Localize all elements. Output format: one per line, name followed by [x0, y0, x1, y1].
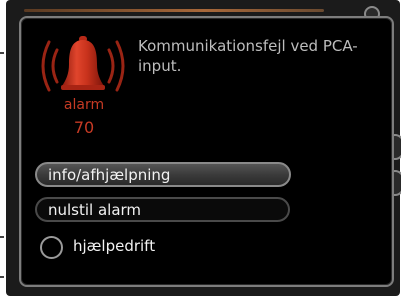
- auxiliary-mode-label: hjælpedrift: [73, 237, 156, 255]
- edge-mark: [0, 276, 4, 278]
- alarm-code: 70: [73, 118, 95, 137]
- background-title-bar: [24, 9, 324, 12]
- edge-mark: [0, 52, 4, 54]
- alarm-message: Kommunikationsfejl ved PCA-input.: [138, 37, 358, 75]
- alarm-dialog: alarm 70 Kommunikationsfejl ved PCA-inpu…: [19, 16, 394, 287]
- alarm-label: alarm: [63, 97, 105, 113]
- screen: alarm 70 Kommunikationsfejl ved PCA-inpu…: [0, 0, 401, 299]
- auxiliary-mode-option[interactable]: hjælpedrift: [40, 235, 240, 261]
- info-help-button[interactable]: info/afhjælpning: [35, 162, 291, 187]
- reset-alarm-button[interactable]: nulstil alarm: [35, 197, 290, 222]
- edge-mark: [0, 236, 4, 238]
- auxiliary-mode-radio[interactable]: [40, 236, 63, 259]
- alarm-bell-icon: [41, 36, 125, 92]
